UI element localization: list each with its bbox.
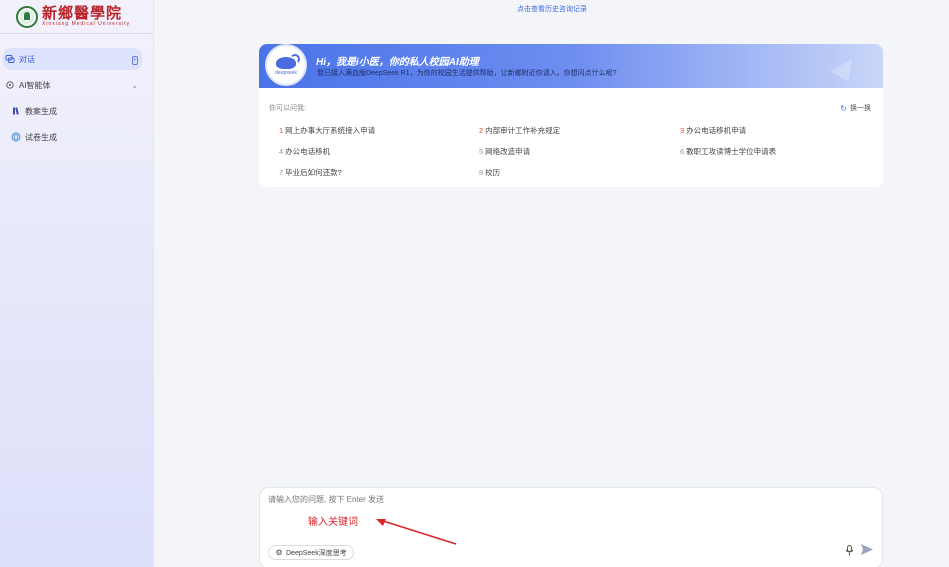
refresh-label: 换一换	[850, 105, 871, 112]
chat-icon	[5, 54, 15, 64]
question-number: 3	[680, 126, 685, 135]
book-icon	[11, 106, 21, 116]
questions-title: 你可以问我:	[269, 105, 306, 112]
sidebar-item-lesson-plan[interactable]: 教案生成	[3, 100, 142, 122]
greeting-title: Hi，我是i小医，你的私人校园AI助理	[316, 57, 479, 68]
suggested-question[interactable]: 4 办公电话移机	[279, 146, 479, 157]
questions-header: 你可以问我: ↻ 换一换	[259, 88, 883, 113]
question-text: 办公电话移机	[285, 147, 331, 156]
suggested-question[interactable]: 1 网上办事大厅系统接入申请	[279, 125, 479, 136]
suggested-question[interactable]: 8 校历	[479, 167, 680, 178]
suggested-question[interactable]: 5 网络改造申请	[479, 146, 680, 157]
question-text: 办公电话移机申请	[686, 126, 747, 135]
annotation-label: 输入关键词	[308, 517, 358, 528]
annotation-arrow-icon	[376, 519, 457, 545]
question-number: 7	[279, 168, 284, 177]
question-text: 教职工攻读博士学位申请表	[686, 147, 777, 156]
refresh-button[interactable]: ↻ 换一换	[840, 103, 871, 113]
sidebar-item-label: AI智能体	[19, 80, 51, 90]
chat-input-box: 输入关键词 ⚙ DeepSeek深度思考	[259, 487, 883, 567]
suggested-question[interactable]: 7 毕业后如何还款?	[279, 167, 479, 178]
suggested-question[interactable]: 2 内部审计工作补充规定	[479, 125, 680, 136]
chevron-down-icon: ⌄	[131, 80, 138, 90]
plus-icon: +	[131, 55, 138, 65]
question-text: 毕业后如何还款?	[285, 168, 342, 177]
deepseek-whale-icon	[276, 53, 300, 69]
question-number: 1	[279, 126, 284, 135]
question-text: 网络改造申请	[485, 147, 531, 156]
university-emblem-icon	[16, 5, 38, 28]
sidebar-item-chat[interactable]: 对话 +	[3, 48, 142, 70]
gear-icon: ⚙	[275, 548, 283, 557]
new-chat-button[interactable]: +	[131, 55, 138, 65]
deepseek-think-button[interactable]: ⚙ DeepSeek深度思考	[268, 545, 354, 560]
greeting-intro: 我已接入满血版DeepSeek R1，为你的校园生活提供帮助，让新鄉附近你请入。…	[317, 70, 617, 77]
welcome-banner: deepseek Hi，我是i小医，你的私人校园AI助理 我已接入满血版Deep…	[259, 44, 883, 88]
question-number: 4	[279, 147, 284, 156]
main-area: 点击查看历史咨询记录 deepseek Hi，我是i小医，你的私人校园AI助理 …	[155, 0, 949, 567]
logo: 新鄉醫學院 Xinxiang Medical University	[0, 0, 153, 34]
question-number: 8	[479, 168, 484, 177]
question-number: 5	[479, 147, 484, 156]
sidebar-item-label: 试卷生成	[25, 132, 57, 142]
deepseek-think-label: DeepSeek深度思考	[286, 549, 347, 557]
microphone-icon[interactable]	[845, 545, 854, 559]
sidebar-item-label: 对话	[19, 54, 35, 64]
robot-icon	[5, 80, 15, 90]
suggested-question[interactable]: 3 办公电话移机申请	[680, 125, 880, 136]
question-number: 2	[479, 126, 484, 135]
exam-icon	[11, 132, 21, 142]
question-text: 内部审计工作补充规定	[485, 126, 561, 135]
sidebar-item-exam[interactable]: 试卷生成	[3, 126, 142, 148]
sidebar-item-ai-agent[interactable]: AI智能体 ⌄	[3, 74, 142, 96]
logo-name-cn: 新鄉醫學院	[42, 4, 123, 22]
logo-name-en: Xinxiang Medical University	[42, 21, 131, 27]
question-number: 6	[680, 147, 685, 156]
suggested-questions: 1 网上办事大厅系统接入申请 2 内部审计工作补充规定 3 办公电话移机申请 4 办公电…	[259, 113, 883, 178]
refresh-icon: ↻	[840, 103, 847, 113]
assistant-avatar: deepseek	[265, 44, 307, 86]
sidebar-item-label: 教案生成	[25, 106, 57, 116]
question-text: 校历	[485, 168, 501, 177]
avatar-label: deepseek	[275, 69, 297, 76]
welcome-card: deepseek Hi，我是i小医，你的私人校园AI助理 我已接入满血版Deep…	[259, 44, 883, 187]
sidebar-nav: 对话 + AI智能体 ⌄ 教案生成 试卷生成	[0, 34, 153, 148]
sidebar: 新鄉醫學院 Xinxiang Medical University 对话 + A…	[0, 0, 154, 567]
chat-input[interactable]	[268, 495, 828, 504]
suggested-question[interactable]: 6 教职工攻读博士学位申请表	[680, 146, 880, 157]
question-text: 网上办事大厅系统接入申请	[285, 126, 376, 135]
send-icon[interactable]	[861, 544, 873, 558]
history-link[interactable]: 点击查看历史咨询记录	[155, 4, 949, 14]
paper-plane-decoration-icon	[830, 52, 860, 82]
